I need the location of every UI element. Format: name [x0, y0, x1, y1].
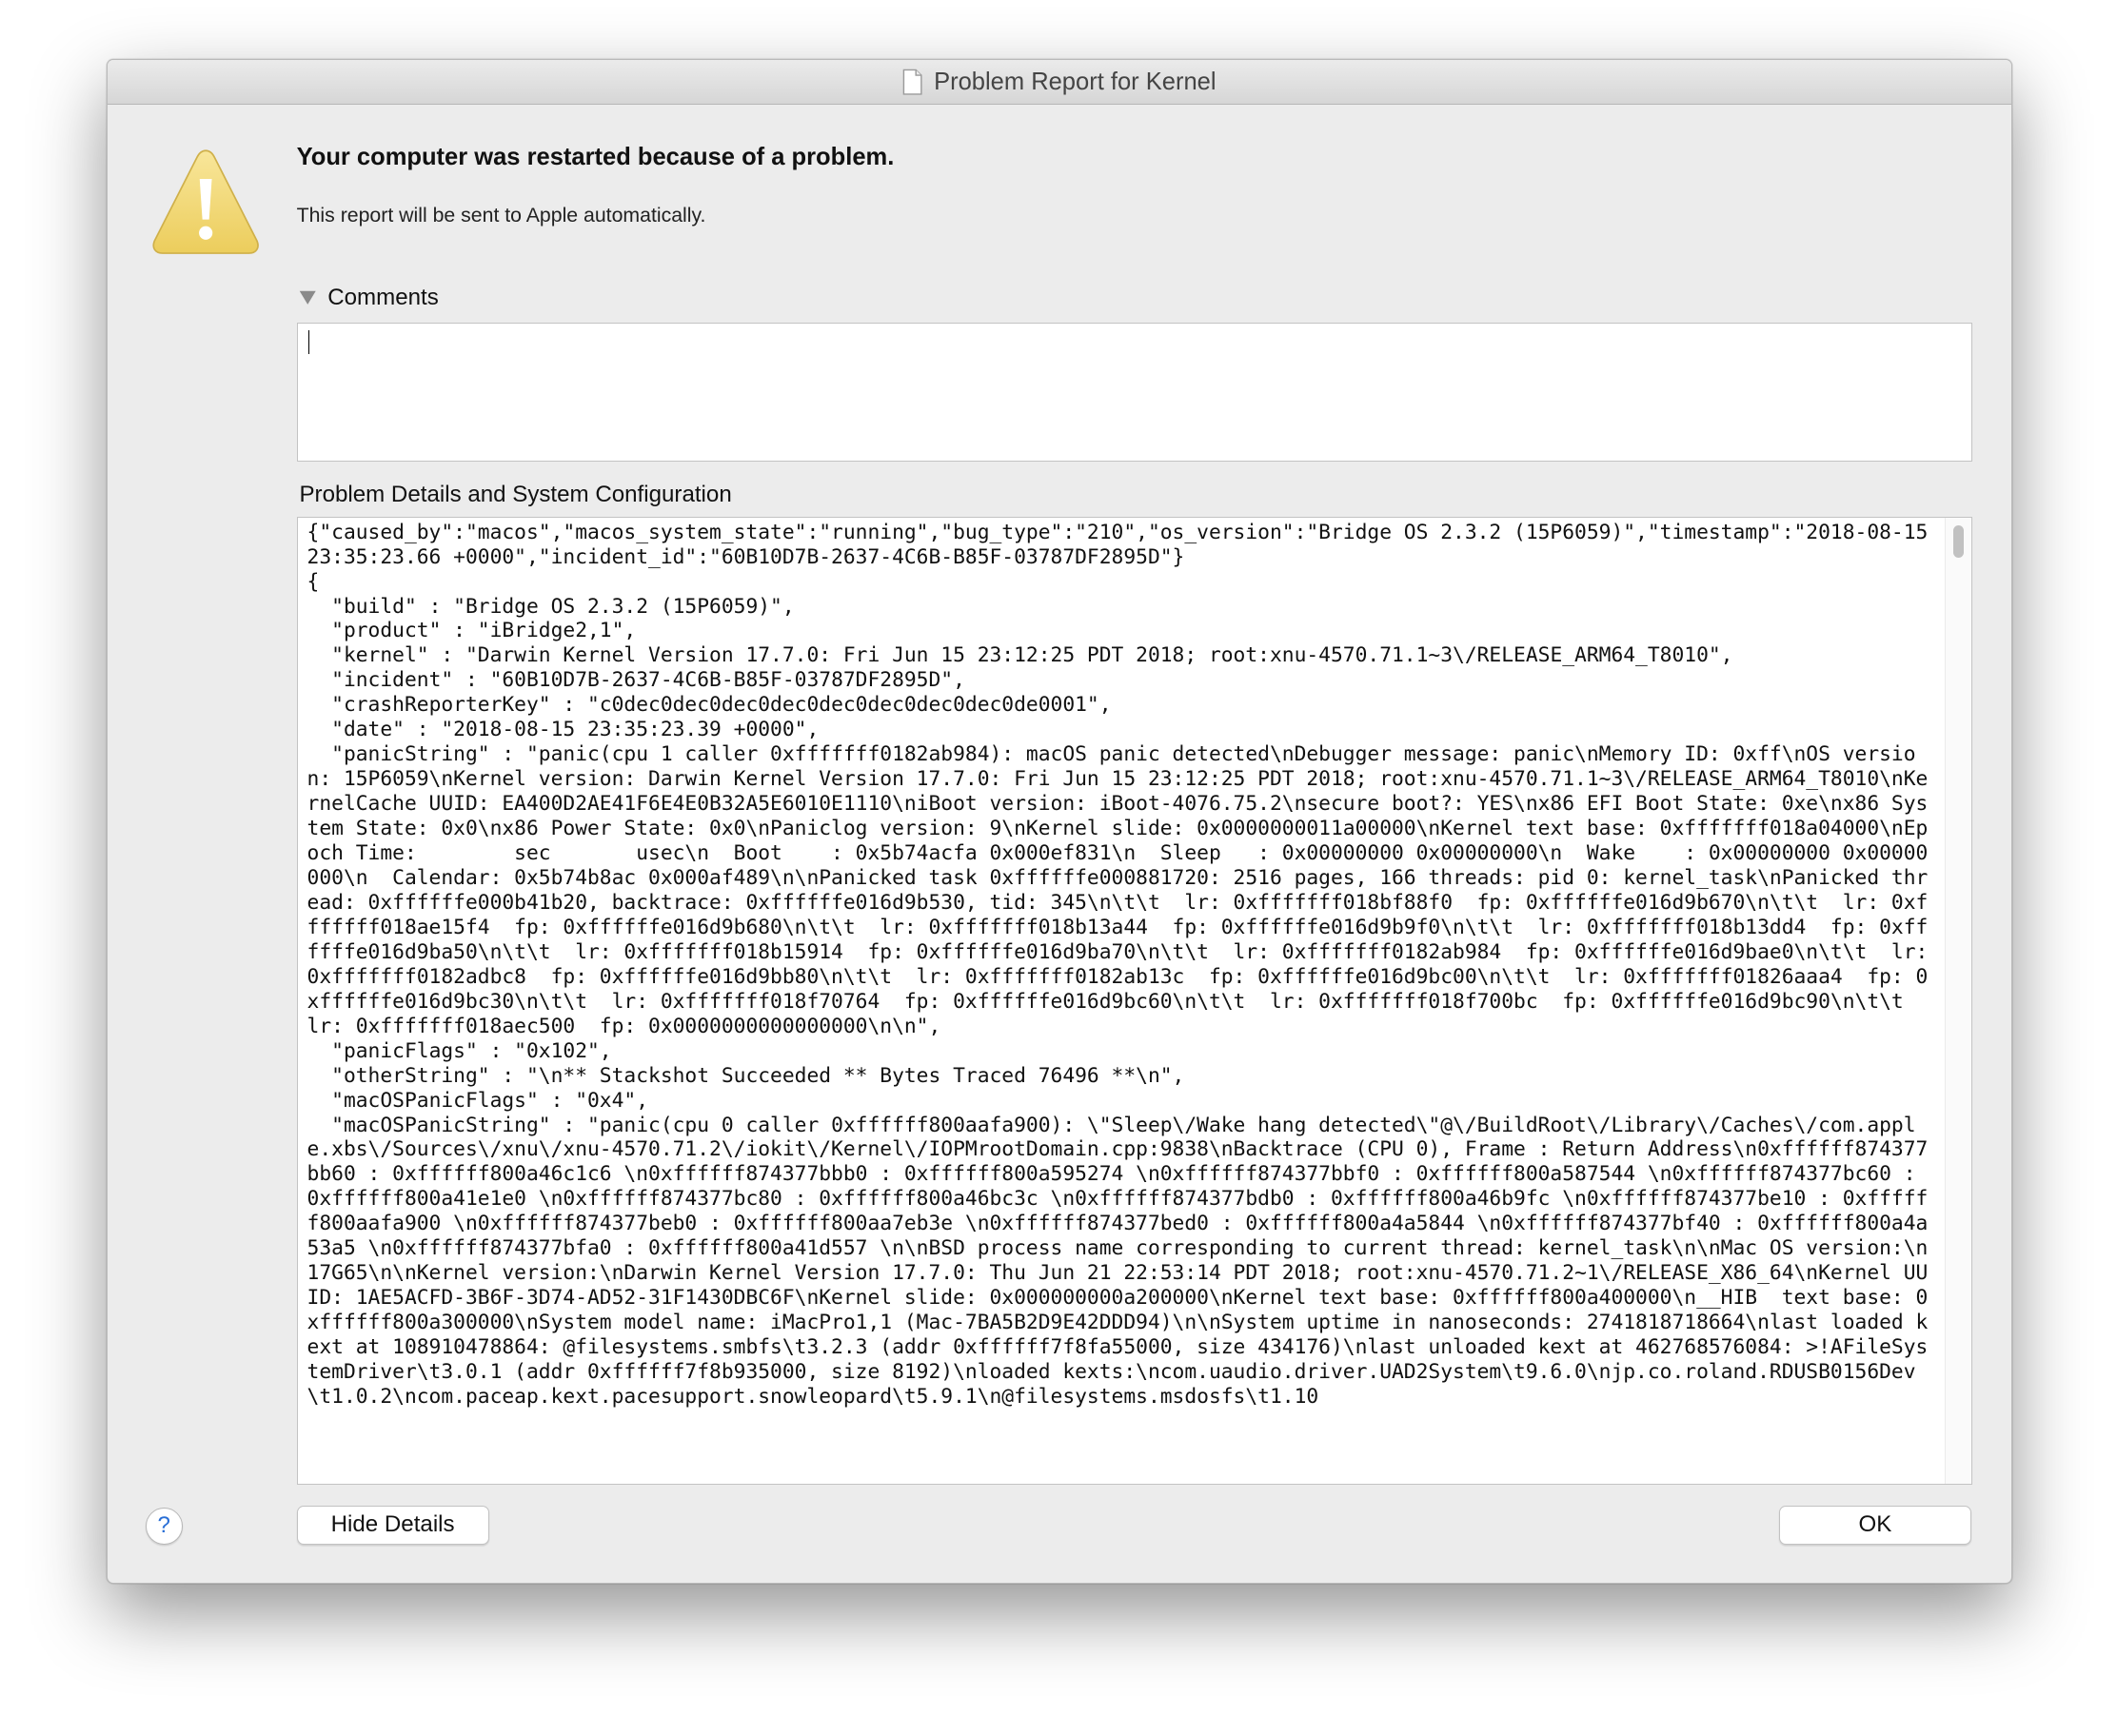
details-scrollbar[interactable] — [1945, 517, 1970, 1485]
hide-details-button[interactable]: Hide Details — [296, 1506, 489, 1545]
problem-report-window: Problem Report for Kernel Your computer … — [107, 59, 2012, 1585]
window-title-text: Problem Report for Kernel — [934, 68, 1217, 95]
alert-subtext: This report will be sent to Apple automa… — [296, 203, 706, 227]
window-title: Problem Report for Kernel — [108, 60, 2011, 103]
document-icon — [903, 69, 923, 95]
alert-headline: Your computer was restarted because of a… — [296, 144, 895, 171]
problem-details-textview[interactable]: {"caused_by":"macos","macos_system_state… — [296, 516, 1973, 1486]
text-cursor — [307, 329, 310, 355]
help-button[interactable]: ? — [145, 1507, 183, 1545]
warning-triangle-icon — [152, 149, 260, 255]
title-bar[interactable]: Problem Report for Kernel — [108, 60, 2011, 105]
comments-label: Comments — [327, 284, 439, 310]
details-scroll-thumb[interactable] — [1952, 525, 1964, 559]
details-label: Problem Details and System Configuration — [299, 481, 732, 507]
disclosure-triangle-icon[interactable] — [299, 290, 317, 306]
comments-textarea[interactable] — [296, 322, 1973, 463]
ok-button[interactable]: OK — [1778, 1506, 1971, 1545]
comments-disclosure[interactable]: Comments — [299, 284, 439, 311]
problem-details-text[interactable]: {"caused_by":"macos","macos_system_state… — [307, 521, 1938, 1410]
